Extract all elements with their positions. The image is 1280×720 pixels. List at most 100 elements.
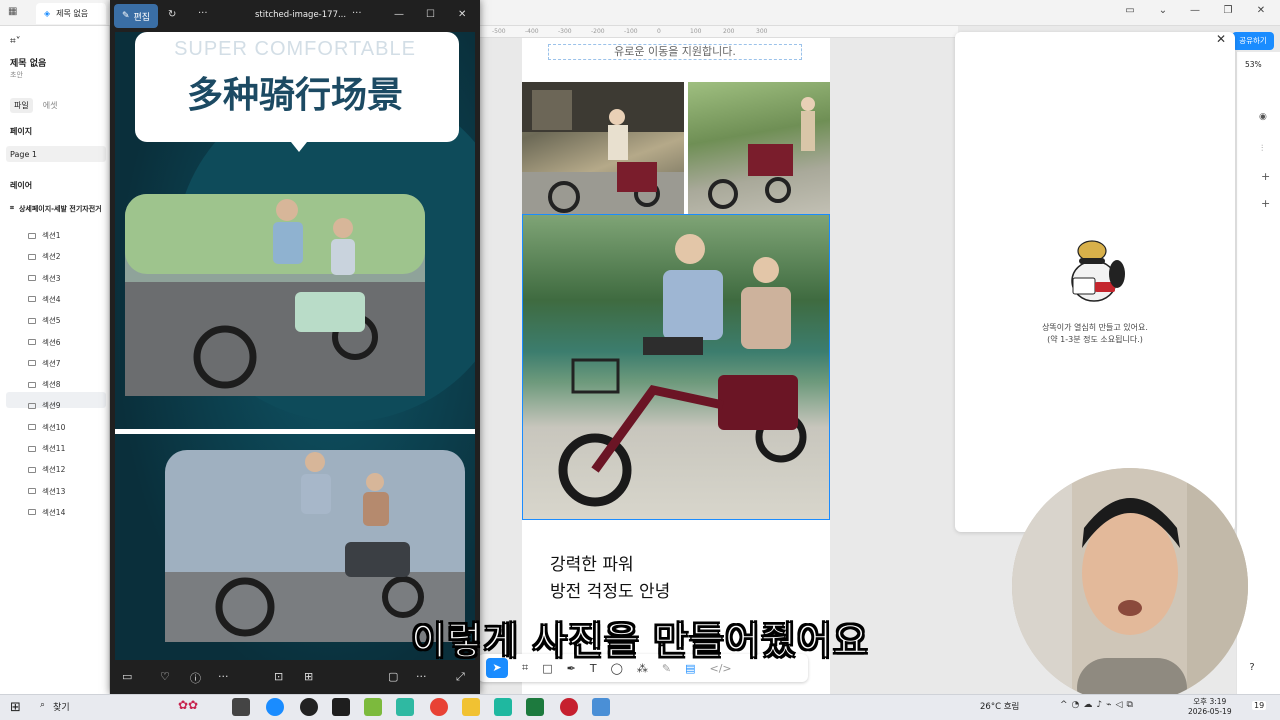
folder-icon[interactable] [462,698,480,716]
close-window-icon[interactable]: ✕ [1246,5,1276,21]
taskbar-search[interactable]: ⌕ 찾기 [40,700,70,713]
notification-badge[interactable]: 19 [1252,701,1267,710]
figma-logo-icon: ◈ [44,9,51,18]
page-item[interactable]: Page 1 [10,150,37,159]
task-view-icon[interactable] [232,698,250,716]
layer-label: 섹션4 [42,294,61,304]
webcam-overlay [1012,468,1248,704]
layer-label: 섹션11 [42,444,66,453]
layer-item[interactable]: 섹션6 [28,337,61,348]
section-icon [28,253,36,260]
canvas-text-top[interactable]: 유로운 이동을 지원합니다. [548,44,802,60]
rotate-icon[interactable]: ↻ [168,9,176,20]
plus-icon[interactable]: + [1261,170,1270,183]
plus-icon[interactable]: + [1261,197,1270,210]
layer-item[interactable]: 섹션9 [28,400,61,411]
banner-artwork-icon [115,32,475,660]
edit-icon: ✎ [121,11,130,21]
layer-item[interactable]: 섹션11 [28,443,65,454]
chevron-down-icon[interactable]: ⌄ [1148,5,1178,21]
clock[interactable]: 오후 3:19 2026-05-19 [1188,697,1232,717]
layer-item[interactable]: 섹션10 [28,422,65,433]
viewer-bottom-bar: ▭ ♡ ⓘ ··· ⊡ ⊞ ▢ ··· ⤢ [110,660,480,694]
maximize-icon[interactable]: ❐ [1213,5,1243,21]
ruler-tick: 0 [657,28,661,35]
canvas-photo-selected[interactable] [522,214,830,520]
edge-icon[interactable] [266,698,284,716]
tab-file[interactable]: 파일 [10,98,33,113]
layer-item[interactable]: 섹션14 [28,507,65,518]
plugin-message: 상똑이가 열심히 만들고 있어요. (약 1-3분 정도 소요됩니다.) [1042,323,1148,344]
figma-file-tab[interactable]: ◈ 제목 없음 [36,3,106,24]
main-menu-icon[interactable]: ⌗˅ [10,36,21,47]
layer-label: 섹션8 [42,380,61,390]
edit-button[interactable]: ✎ 편집 [114,4,158,28]
share-button[interactable]: 공유하기 [1232,32,1274,50]
app-icon[interactable] [494,698,512,716]
presenter-photo-icon [1012,468,1248,704]
close-window-icon[interactable]: ✕ [458,9,466,20]
viewer-image [115,32,475,660]
tray-icons[interactable]: ^◔☁♪⌁◁⧉ [1060,700,1137,710]
canvas-photo-park[interactable] [688,82,830,214]
home-icon[interactable]: ▦ [8,6,17,17]
fit-icon[interactable]: ⊡ [274,670,283,683]
layer-label: 섹션10 [42,422,66,432]
layer-item[interactable]: 섹션12 [28,464,65,475]
ruler: -500 -400 -300 -200 -100 0 100 200 300 [478,26,958,38]
layer-label: 섹션12 [42,465,66,475]
chrome-icon[interactable] [430,698,448,716]
help-icon[interactable]: ? [1242,658,1262,678]
layer-item[interactable]: 섹션3 [28,273,61,284]
filmstrip-icon[interactable]: ▭ [122,670,132,683]
viewer-file-name: stitched-image-177... [255,10,347,20]
sliders-icon[interactable]: ⫶ [1261,144,1263,154]
frame-icon: ⌗ [10,204,14,212]
excel-icon[interactable] [526,698,544,716]
plugin-close-icon[interactable]: ✕ [1213,32,1229,48]
photos-icon[interactable] [592,698,610,716]
figma-app-icon[interactable] [332,698,350,716]
start-icon[interactable]: ⊞ [10,700,21,715]
ruler-tick: -400 [525,28,539,35]
tab-assets[interactable]: 에셋 [43,98,58,113]
layer-label: 섹션2 [42,252,61,262]
canvas-title[interactable]: 강력한 파워 방전 걱정도 안녕 [550,552,670,606]
layer-item[interactable]: 섹션4 [28,294,61,305]
zoom-level[interactable]: 53% [1245,60,1262,69]
expand-icon[interactable]: ⤢ [456,670,465,684]
recorder-icon[interactable] [560,698,578,716]
eye-icon[interactable]: ◉ [1259,112,1267,122]
plugin-window [955,32,1235,532]
more-icon[interactable]: ··· [416,670,427,683]
layer-item[interactable]: 섹션2 [28,251,61,262]
layer-item[interactable]: 섹션7 [28,358,61,369]
maximize-icon[interactable]: ☐ [426,9,435,20]
minimize-icon[interactable]: — [1180,5,1210,21]
crop-icon[interactable]: ⊞ [304,670,313,683]
app-icon[interactable] [396,698,414,716]
obs-icon[interactable] [300,698,318,716]
layer-item[interactable]: 섹션1 [28,230,61,241]
banner-chinese-title: 多种骑行场景 [186,75,403,116]
minimize-icon[interactable]: — [394,9,404,20]
section-icon [28,232,36,239]
more-icon[interactable]: ··· [198,8,208,19]
layer-label: 섹션3 [42,273,61,283]
ruler-tick: -500 [492,28,506,35]
layout-icon[interactable]: ▭ [1115,5,1145,21]
layer-item[interactable]: 섹션13 [28,486,65,497]
info-icon[interactable]: ⓘ [190,670,201,686]
favorite-icon[interactable]: ♡ [160,670,170,683]
more-icon[interactable]: ··· [352,8,362,19]
layer-item[interactable]: 섹션8 [28,379,61,390]
section-icon [28,466,36,473]
image-app-icon[interactable] [364,698,382,716]
file-name[interactable]: 제목 없음 [10,56,46,69]
root-frame-layer[interactable]: ⌗ 상세페이지-세발 전기자전거 [10,204,102,214]
weather[interactable]: 26°C 흐림 [980,700,1019,712]
layer-item[interactable]: 섹션5 [28,315,61,326]
fullscreen-icon[interactable]: ▢ [388,670,398,683]
canvas-photo-shop[interactable] [522,82,684,214]
more-icon[interactable]: ··· [218,670,229,683]
